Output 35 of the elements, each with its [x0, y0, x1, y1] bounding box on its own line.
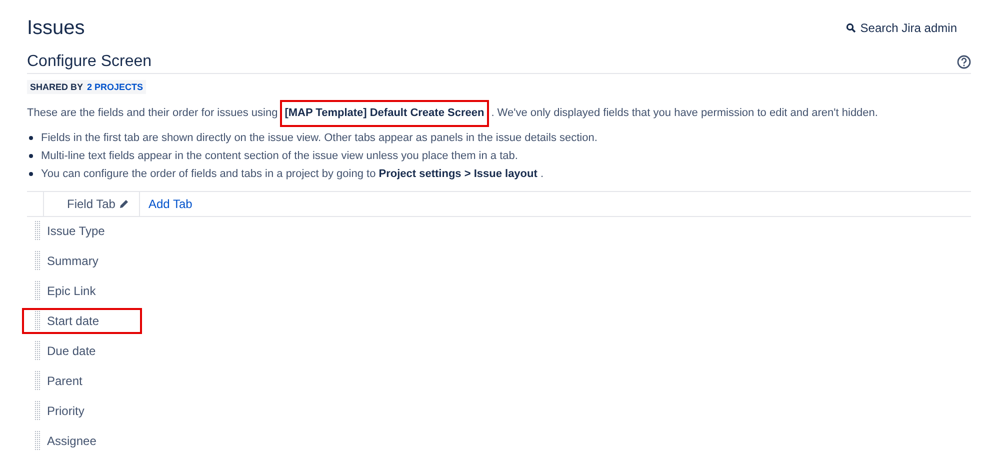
field-name: Parent [47, 372, 82, 390]
search-button[interactable]: Search Jira admin [846, 19, 957, 37]
screen-name: [MAP Template] Default Create Screen [280, 100, 490, 126]
field-name: Due date [47, 342, 96, 360]
field-name: Assignee [47, 432, 96, 450]
bullet-icon [29, 172, 33, 176]
field-name: Priority [47, 402, 84, 420]
field-name: Issue Type [47, 222, 105, 240]
field-row[interactable]: Issue Type [22, 218, 142, 244]
screen-title: Configure Screen [27, 52, 152, 72]
projects-link[interactable]: 2 PROJECTS [87, 80, 144, 94]
field-row[interactable]: Due date [22, 338, 142, 364]
field-row[interactable]: Summary [22, 248, 142, 274]
note-text: Fields in the first tab are shown directly on the issue view. Other tabs appear as panels in the issue details section. [41, 130, 598, 146]
field-row[interactable]: Parent [22, 368, 142, 394]
pencil-icon[interactable] [119, 198, 130, 208]
search-icon [846, 23, 856, 33]
bullet-icon [29, 136, 33, 140]
add-tab-link[interactable]: Add Tab [140, 192, 200, 216]
intro-text: These are the fields and their order for issues using [27, 106, 278, 121]
note-text: You can configure the order of fields and tabs in a project by going to Project settings > Issue layout . [41, 166, 544, 182]
field-row[interactable]: Epic Link [22, 278, 142, 304]
field-row[interactable]: Priority [22, 398, 142, 424]
field-name: Epic Link [47, 282, 96, 300]
help-icon[interactable] [957, 55, 971, 69]
field-name: Summary [47, 252, 98, 270]
shared-label: SHARED BY [30, 81, 84, 94]
field-tab[interactable]: Field Tab [43, 192, 140, 216]
bullet-icon [29, 154, 33, 158]
field-row[interactable]: Assignee [22, 428, 142, 454]
field-name: Start date [47, 312, 100, 330]
note-text: Multi-line text fields appear in the content section of the issue view unless you place them in a tab. [41, 148, 518, 164]
page-title: Issues [27, 16, 85, 40]
intro-text: . We've only displayed fields that you have permission to edit and aren't hidden. [491, 106, 878, 121]
field-row[interactable]: Start date [22, 308, 142, 334]
